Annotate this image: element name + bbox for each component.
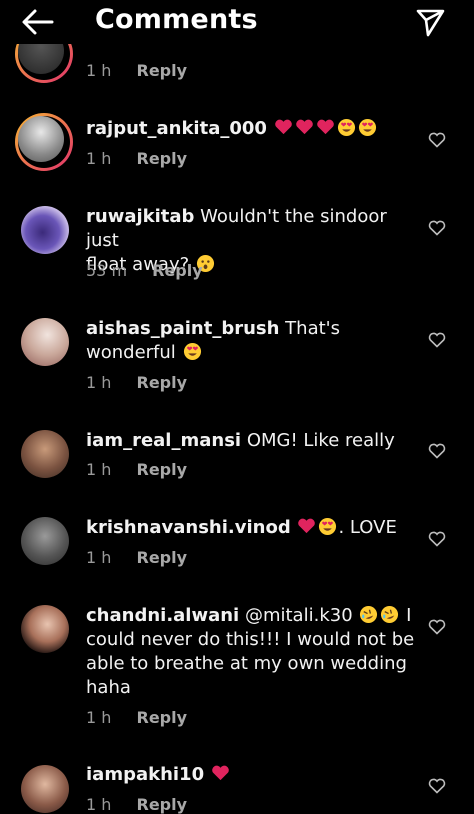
comment-meta: 1 h Reply [86,708,187,727]
avatar[interactable] [21,206,69,254]
comment-body-line2: could never do this!!! I would not be [86,629,415,650]
heart-eyes-emoji-icon [357,118,378,139]
comment-body-line4: haha [86,677,131,698]
comment-text: aishas_paint_brush That's wonderful [86,317,416,365]
comment-meta: 1 h Reply [86,460,187,479]
comment-time: 1 h [86,795,112,814]
rolling-laughing-emoji-icon [379,605,400,626]
comment-body: . LOVE [338,517,397,538]
like-heart-icon[interactable] [428,443,446,459]
avatar[interactable] [15,113,73,171]
comment-time: 1 h [86,460,112,479]
heart-eyes-emoji-icon [182,342,203,363]
heart-emoji-icon [294,118,315,139]
reply-button[interactable]: Reply [137,373,188,392]
paper-plane-icon[interactable] [414,6,446,38]
comment-meta: 1 h Reply [86,548,187,567]
comment-time: 53 m [86,261,128,280]
comment-meta: 1 h Reply [86,149,187,168]
comment-text: rajput_ankita_000 [86,117,416,141]
comment-text: iampakhi10 [86,763,416,787]
reply-button[interactable]: Reply [152,261,203,280]
comment-body-line2: wonderful [86,342,176,363]
comment-text: krishnavanshi.vinod . LOVE [86,516,416,540]
heart-emoji-icon [210,764,231,785]
comment-meta: 1 h Reply [86,61,187,80]
comment-meta: 1 h Reply [86,795,187,814]
heart-eyes-emoji-icon [336,118,357,139]
like-heart-icon[interactable] [428,220,446,236]
avatar[interactable] [21,605,69,653]
reply-button[interactable]: Reply [137,149,188,168]
comment-username[interactable]: iam_real_mansi [86,430,241,451]
comment-body-after: I [406,605,412,626]
comment-text: chandni.alwani @mitali.k30 I could never… [86,604,416,700]
comment-text: iam_real_mansi OMG! Like really [86,429,416,453]
reply-button[interactable]: Reply [137,460,188,479]
arrow-left-icon[interactable] [20,6,56,38]
comment-time: 1 h [86,548,112,567]
top-bar: Comments [0,0,474,44]
avatar[interactable] [21,318,69,366]
heart-emoji-icon [273,118,294,139]
page-title: Comments [95,4,258,35]
comment-time: 1 h [86,149,112,168]
comment-username[interactable]: aishas_paint_brush [86,318,279,339]
comment-username[interactable]: rajput_ankita_000 [86,118,267,139]
comment-body: That's [285,318,340,339]
like-heart-icon[interactable] [428,332,446,348]
heart-eyes-emoji-icon [317,517,338,538]
comment-meta: 53 m Reply [86,261,203,280]
reply-button[interactable]: Reply [137,548,188,567]
comments-list[interactable]: 1 h Reply rajput_ankita_000 1 h Reply ru… [0,0,474,814]
reply-button[interactable]: Reply [137,795,188,814]
reply-button[interactable]: Reply [137,708,188,727]
heart-emoji-icon [296,517,317,538]
comment-username[interactable]: krishnavanshi.vinod [86,517,291,538]
avatar[interactable] [21,765,69,813]
comment-meta: 1 h Reply [86,373,187,392]
comment-body: OMG! Like really [246,430,395,451]
like-heart-icon[interactable] [428,778,446,794]
reply-button[interactable]: Reply [137,61,188,80]
comment-body-line3: able to breathe at my own wedding [86,653,407,674]
like-heart-icon[interactable] [428,132,446,148]
comment-body: @mitali.k30 [244,605,353,626]
comment-time: 1 h [86,61,112,80]
avatar[interactable] [21,430,69,478]
comment-username[interactable]: iampakhi10 [86,764,204,785]
like-heart-icon[interactable] [428,619,446,635]
heart-emoji-icon [315,118,336,139]
avatar[interactable] [21,517,69,565]
comment-time: 1 h [86,708,112,727]
rolling-laughing-emoji-icon [358,605,379,626]
like-heart-icon[interactable] [428,531,446,547]
comment-time: 1 h [86,373,112,392]
comment-username[interactable]: ruwajkitab [86,206,194,227]
comment-username[interactable]: chandni.alwani [86,605,239,626]
